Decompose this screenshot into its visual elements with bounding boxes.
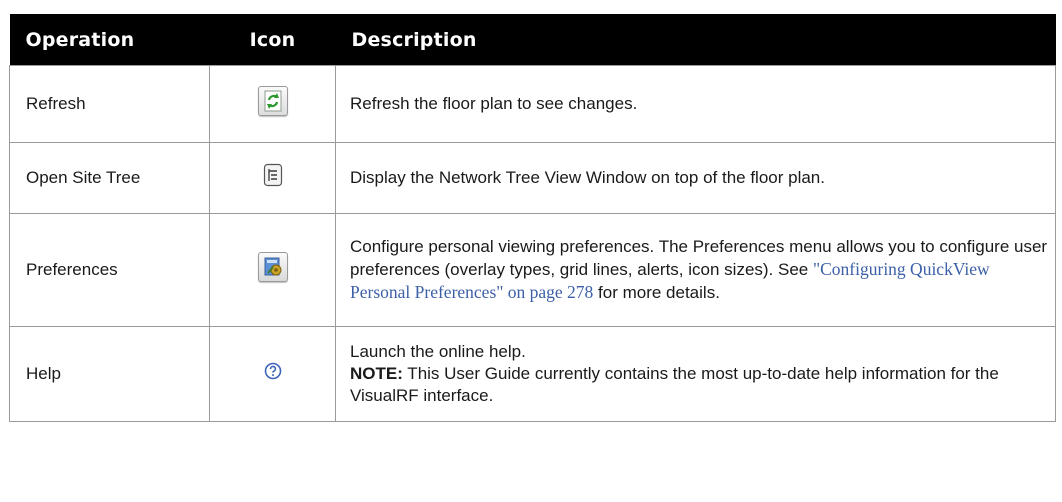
- operation-description: Display the Network Tree View Window on …: [335, 142, 1056, 214]
- help-description-line: Launch the online help.: [350, 342, 526, 361]
- table-header-row: Operation Icon Description: [9, 14, 1056, 66]
- header-operation: Operation: [9, 14, 210, 66]
- operation-description: Refresh the floor plan to see changes.: [335, 65, 1056, 143]
- table-row: Preferences Configure personal viewing p…: [9, 213, 1056, 327]
- help-icon: [264, 362, 282, 386]
- table-row: Refresh Refresh the floor plan to see ch…: [9, 65, 1056, 143]
- operation-name: Preferences: [9, 213, 210, 327]
- preferences-description-tail: for more details.: [593, 283, 720, 302]
- operation-name: Refresh: [9, 65, 210, 143]
- header-icon: Icon: [209, 14, 336, 66]
- header-description: Description: [335, 14, 1056, 66]
- operation-description: Launch the online help. NOTE: This User …: [335, 326, 1056, 422]
- operation-description: Configure personal viewing preferences. …: [335, 213, 1056, 327]
- table-row: Help Launch the online help. NOTE: This …: [9, 326, 1056, 422]
- note-label: NOTE:: [350, 364, 403, 383]
- table-row: Open Site Tree Display the Network Tree …: [9, 142, 1056, 214]
- refresh-icon: [257, 86, 288, 122]
- operation-name: Help: [9, 326, 210, 422]
- help-note: NOTE: This User Guide currently contains…: [350, 363, 1049, 407]
- preferences-icon: [257, 252, 288, 288]
- note-text: This User Guide currently contains the m…: [350, 364, 999, 405]
- site-tree-icon: [263, 163, 283, 193]
- operations-table: Operation Icon Description Refresh Refre…: [9, 14, 1056, 422]
- operation-name: Open Site Tree: [9, 142, 210, 214]
